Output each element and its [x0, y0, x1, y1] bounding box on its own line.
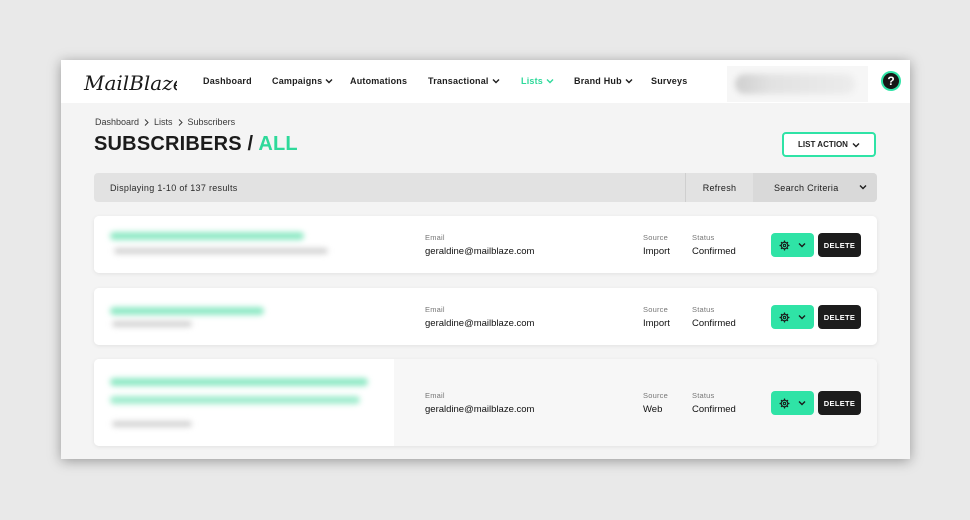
chevron-down-icon: [625, 79, 633, 84]
subscriber-name-blurred: [94, 216, 394, 273]
chevron-down-icon: [798, 243, 806, 248]
status-value: Confirmed: [692, 246, 736, 257]
status-value: Confirmed: [692, 318, 736, 329]
email-value: geraldine@mailblaze.com: [425, 318, 535, 329]
source-label: Source: [643, 305, 668, 314]
chevron-right-icon: [144, 118, 149, 126]
breadcrumb-dashboard[interactable]: Dashboard: [95, 117, 139, 127]
breadcrumb: Dashboard Lists Subscribers: [95, 117, 235, 127]
row-settings-dropdown[interactable]: [771, 305, 814, 329]
email-label: Email: [425, 233, 445, 242]
gear-icon: [779, 240, 790, 250]
nav-campaigns[interactable]: Campaigns: [272, 76, 333, 86]
delete-button[interactable]: DELETE: [818, 305, 861, 329]
chevron-right-icon: [178, 118, 183, 126]
app-window: MailBlaze Dashboard Campaigns Automation…: [61, 60, 910, 459]
mailblaze-logo[interactable]: MailBlaze: [83, 69, 177, 97]
user-account-blurred: [735, 74, 855, 94]
nav-automations[interactable]: Automations: [350, 76, 407, 86]
results-bar: Displaying 1-10 of 137 results Refresh S…: [94, 173, 877, 202]
nav-surveys[interactable]: Surveys: [651, 76, 687, 86]
breadcrumb-subscribers: Subscribers: [187, 117, 236, 127]
chevron-down-icon: [859, 185, 867, 190]
chevron-down-icon: [852, 142, 860, 147]
chevron-down-icon: [325, 79, 333, 84]
status-label: Status: [692, 391, 715, 400]
chevron-down-icon: [546, 79, 554, 84]
delete-button[interactable]: DELETE: [818, 391, 861, 415]
nav-lists[interactable]: Lists: [521, 76, 554, 86]
status-value: Confirmed: [692, 404, 736, 415]
source-value: Web: [643, 404, 663, 415]
email-value: geraldine@mailblaze.com: [425, 404, 535, 415]
page-title-main: SUBSCRIBERS /: [94, 133, 259, 155]
status-label: Status: [692, 233, 715, 242]
source-label: Source: [643, 233, 668, 242]
search-criteria-dropdown[interactable]: Search Criteria: [753, 173, 877, 202]
subscriber-row: Email geraldine@mailblaze.com Source Imp…: [94, 288, 877, 345]
refresh-button[interactable]: Refresh: [685, 173, 753, 202]
svg-text:MailBlaze: MailBlaze: [83, 71, 177, 95]
chevron-down-icon: [798, 315, 806, 320]
help-icon-glyph: ?: [883, 73, 899, 89]
search-criteria-label: Search Criteria: [774, 182, 839, 193]
row-settings-dropdown[interactable]: [771, 233, 814, 257]
breadcrumb-lists[interactable]: Lists: [154, 117, 173, 127]
status-label: Status: [692, 305, 715, 314]
chevron-down-icon: [492, 79, 500, 84]
gear-icon: [779, 312, 790, 322]
chevron-down-icon: [798, 401, 806, 406]
email-label: Email: [425, 391, 445, 400]
list-action-button[interactable]: LIST ACTION: [782, 132, 876, 157]
email-value: geraldine@mailblaze.com: [425, 246, 535, 257]
row-settings-dropdown[interactable]: [771, 391, 814, 415]
subscriber-row: Email geraldine@mailblaze.com Source Web…: [94, 359, 877, 446]
nav-brand-hub[interactable]: Brand Hub: [574, 76, 633, 86]
subscriber-name-blurred: [94, 288, 394, 345]
source-value: Import: [643, 318, 670, 329]
subscriber-row: Email geraldine@mailblaze.com Source Imp…: [94, 216, 877, 273]
gear-icon: [779, 398, 790, 408]
page-title-accent: ALL: [258, 133, 298, 155]
nav-dashboard[interactable]: Dashboard: [203, 76, 252, 86]
list-action-label: LIST ACTION: [798, 140, 848, 149]
results-count: Displaying 1-10 of 137 results: [110, 183, 238, 193]
page-title: SUBSCRIBERS / ALL: [94, 133, 298, 156]
nav-transactional[interactable]: Transactional: [428, 76, 500, 86]
source-value: Import: [643, 246, 670, 257]
source-label: Source: [643, 391, 668, 400]
user-account-area[interactable]: [727, 66, 868, 102]
subscriber-name-blurred: [94, 359, 394, 446]
help-icon[interactable]: ?: [881, 71, 901, 91]
top-nav: MailBlaze Dashboard Campaigns Automation…: [61, 60, 910, 103]
delete-button[interactable]: DELETE: [818, 233, 861, 257]
email-label: Email: [425, 305, 445, 314]
